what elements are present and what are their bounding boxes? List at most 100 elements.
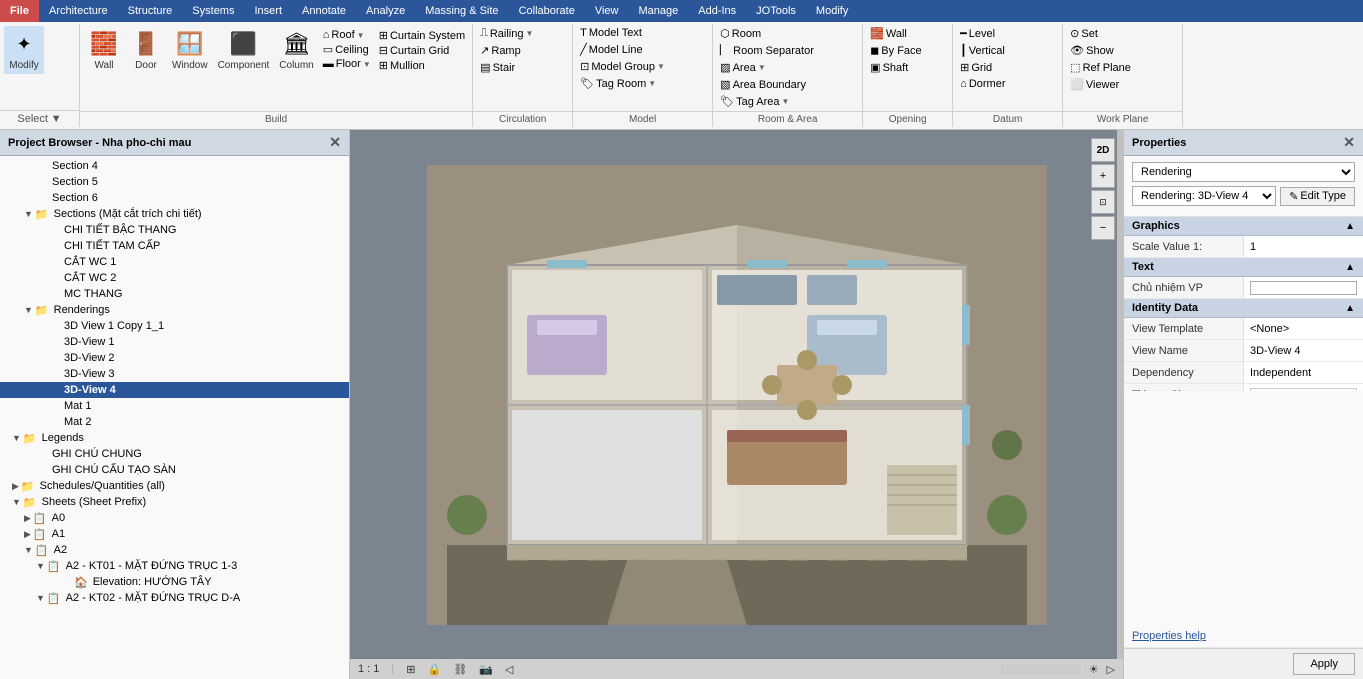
graphics-section-header[interactable]: Graphics ▲ bbox=[1124, 217, 1363, 236]
list-item[interactable]: ▼📁Renderings bbox=[0, 302, 349, 318]
list-item[interactable]: CHI TIẾT BẬC THANG bbox=[0, 222, 349, 238]
zoom-out-button[interactable]: − bbox=[1091, 216, 1115, 240]
menu-analyze[interactable]: Analyze bbox=[356, 3, 415, 19]
list-item[interactable]: ▼📁Sections (Mặt cắt trích chi tiết) bbox=[0, 206, 349, 222]
wall-button[interactable]: 🧱 Wall bbox=[84, 26, 124, 74]
list-item[interactable]: ▼📁Legends bbox=[0, 430, 349, 446]
text-arrow[interactable]: ▲ bbox=[1345, 262, 1355, 273]
menu-addins[interactable]: Add-Ins bbox=[688, 3, 746, 19]
nav-arrow[interactable]: ▷ bbox=[1107, 663, 1115, 676]
project-browser-close[interactable]: ✕ bbox=[329, 134, 341, 151]
list-item[interactable]: ▶📁Schedules/Quantities (all) bbox=[0, 478, 349, 494]
tag-room-button[interactable]: 🏷 Tag Room ▼ bbox=[577, 76, 659, 91]
list-item[interactable]: 3D-View 3 bbox=[0, 366, 349, 382]
identity-arrow[interactable]: ▲ bbox=[1345, 303, 1355, 314]
properties-help[interactable]: Properties help bbox=[1124, 626, 1214, 647]
list-item[interactable]: 3D-View 1 bbox=[0, 334, 349, 350]
list-item[interactable]: Section 5 bbox=[0, 174, 349, 190]
expand-arrow[interactable]: ▶ bbox=[24, 513, 31, 524]
apply-button[interactable]: Apply bbox=[1293, 653, 1355, 675]
2d-view-button[interactable]: 2D bbox=[1091, 138, 1115, 162]
list-item[interactable]: CẮT WC 1 bbox=[0, 254, 349, 270]
list-item[interactable]: Mat 1 bbox=[0, 398, 349, 414]
dormer-button[interactable]: ⌂ Dormer bbox=[957, 77, 1008, 91]
menu-massing[interactable]: Massing & Site bbox=[415, 3, 508, 19]
text-section-header[interactable]: Text ▲ bbox=[1124, 258, 1363, 277]
expand-arrow[interactable]: ▼ bbox=[12, 497, 21, 507]
model-line-button[interactable]: ╱ Model Line bbox=[577, 42, 645, 57]
mullion-button[interactable]: ⊞ Mullion bbox=[376, 58, 468, 73]
menu-collaborate[interactable]: Collaborate bbox=[509, 3, 585, 19]
list-item[interactable]: GHI CHÚ CHUNG bbox=[0, 446, 349, 462]
list-item[interactable]: Section 4 bbox=[0, 158, 349, 174]
list-item[interactable]: 3D-View 2 bbox=[0, 350, 349, 366]
curtain-system-button[interactable]: ⊞ Curtain System bbox=[376, 28, 468, 43]
stair-button[interactable]: ▤ Stair bbox=[477, 60, 518, 75]
expand-arrow[interactable]: ▼ bbox=[12, 433, 21, 443]
list-item[interactable]: MC THANG bbox=[0, 286, 349, 302]
list-item[interactable]: Mat 2 bbox=[0, 414, 349, 430]
list-item[interactable]: Section 6 bbox=[0, 190, 349, 206]
expand-arrow[interactable]: ▶ bbox=[12, 481, 19, 492]
expand-arrow[interactable]: ▼ bbox=[36, 593, 45, 603]
menu-modify[interactable]: Modify bbox=[806, 3, 858, 19]
door-button[interactable]: 🚪 Door bbox=[126, 26, 166, 74]
ceiling-button[interactable]: ▭ Ceiling bbox=[320, 42, 374, 57]
room-button[interactable]: ⬡ Room bbox=[717, 26, 764, 41]
grid-button[interactable]: ⊞ Grid bbox=[957, 60, 995, 75]
list-item[interactable]: ▼📋A2 - KT02 - MẶT ĐỨNG TRỤC D-A bbox=[0, 590, 349, 606]
list-item[interactable]: ▼📁Sheets (Sheet Prefix) bbox=[0, 494, 349, 510]
tag-area-button[interactable]: 🏷 Tag Area ▼ bbox=[717, 94, 792, 109]
wall-r-button[interactable]: 🧱 Wall bbox=[867, 26, 910, 41]
vertical-button[interactable]: ┃ Vertical bbox=[957, 43, 1008, 58]
instance-select[interactable]: Rendering: 3D-View 4 bbox=[1132, 186, 1276, 206]
zoom-in-button[interactable]: + bbox=[1091, 164, 1115, 188]
menu-manage[interactable]: Manage bbox=[628, 3, 688, 19]
menu-insert[interactable]: Insert bbox=[244, 3, 292, 19]
viewport[interactable]: 2D + ⊡ − 1 : 1 | ⊞ 🔒 ⛓ 📷 ◁ ☀ ▷ bbox=[350, 130, 1123, 679]
list-item[interactable]: ▼📋A2 bbox=[0, 542, 349, 558]
type-select[interactable]: Rendering bbox=[1132, 162, 1355, 182]
properties-close[interactable]: ✕ bbox=[1343, 134, 1355, 151]
level-button[interactable]: ━ Level bbox=[957, 26, 998, 41]
file-menu[interactable]: File bbox=[0, 0, 39, 22]
curtain-grid-button[interactable]: ⊟ Curtain Grid bbox=[376, 43, 468, 58]
model-group-button[interactable]: ⊡ Model Group ▼ bbox=[577, 59, 668, 74]
room-separator-button[interactable]: ⎸ Room Separator bbox=[717, 43, 817, 58]
set-button[interactable]: ⊙ Set bbox=[1067, 26, 1101, 41]
list-item[interactable]: ▶📋A0 bbox=[0, 510, 349, 526]
by-face-button[interactable]: ◼ By Face bbox=[867, 43, 925, 58]
ref-plane-button[interactable]: ⬚ Ref Plane bbox=[1067, 60, 1134, 75]
expand-arrow[interactable]: ▶ bbox=[24, 529, 31, 540]
shaft-button[interactable]: ▣ Shaft bbox=[867, 60, 911, 75]
floor-button[interactable]: ▬ Floor ▼ bbox=[320, 57, 374, 71]
viewer-button[interactable]: ⬜ Viewer bbox=[1067, 77, 1122, 92]
expand-arrow[interactable]: ▼ bbox=[36, 561, 45, 571]
graphics-arrow[interactable]: ▲ bbox=[1345, 221, 1355, 232]
column-button[interactable]: 🏛 Column bbox=[275, 26, 317, 74]
show-button[interactable]: 👁 Show bbox=[1067, 43, 1117, 58]
expand-arrow[interactable]: ▼ bbox=[24, 209, 33, 219]
window-button[interactable]: 🪟 Window bbox=[168, 26, 212, 74]
list-item[interactable]: CHI TIẾT TAM CẤP bbox=[0, 238, 349, 254]
ramp-button[interactable]: ↗ Ramp bbox=[477, 43, 524, 58]
area-button[interactable]: ▨ Area ▼ bbox=[717, 60, 769, 75]
railing-button[interactable]: ⎍ Railing ▼ bbox=[477, 26, 536, 41]
area-boundary-button[interactable]: ▧ Area Boundary bbox=[717, 77, 809, 92]
sun-icon[interactable]: ☀ bbox=[1089, 663, 1099, 676]
list-item[interactable]: CẮT WC 2 bbox=[0, 270, 349, 286]
menu-systems[interactable]: Systems bbox=[182, 3, 244, 19]
list-item[interactable]: 3D-View 4 bbox=[0, 382, 349, 398]
menu-jotools[interactable]: JOTools bbox=[746, 3, 806, 19]
list-item[interactable]: GHI CHÚ CẤU TẠO SÀN bbox=[0, 462, 349, 478]
menu-architecture[interactable]: Architecture bbox=[39, 3, 118, 19]
expand-icon[interactable]: ◁ bbox=[505, 663, 513, 676]
splitter-handle[interactable] bbox=[1117, 130, 1123, 659]
menu-annotate[interactable]: Annotate bbox=[292, 3, 356, 19]
zoom-fit-button[interactable]: ⊡ bbox=[1091, 190, 1115, 214]
list-item[interactable]: 3D View 1 Copy 1_1 bbox=[0, 318, 349, 334]
modify-button[interactable]: ✦ Modify bbox=[4, 26, 44, 74]
chu-nhiem-input[interactable] bbox=[1250, 281, 1357, 295]
expand-arrow[interactable]: ▼ bbox=[24, 545, 33, 555]
edit-type-button[interactable]: ✎ Edit Type bbox=[1280, 187, 1355, 206]
